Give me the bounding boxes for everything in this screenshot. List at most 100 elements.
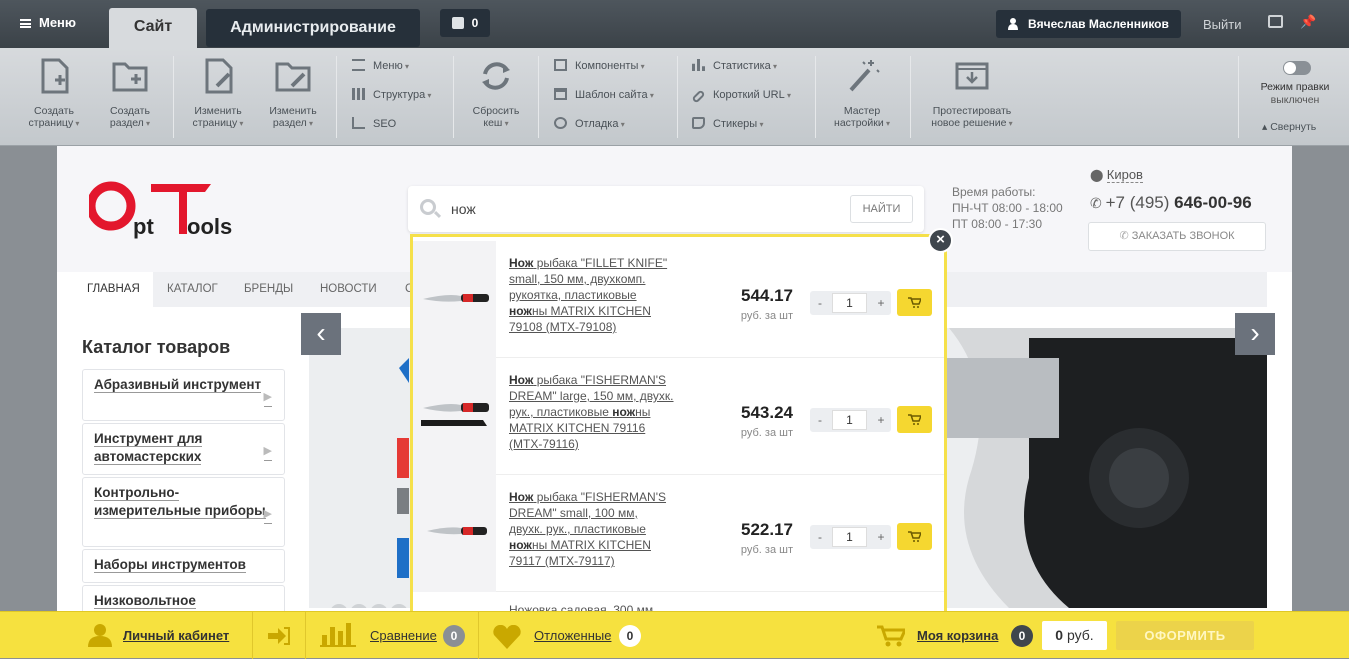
add-to-cart-button[interactable] [897, 289, 932, 316]
pin-icon[interactable]: 📌 [1300, 14, 1316, 30]
create-page-button[interactable]: Создать страницу [22, 56, 86, 130]
search-result-item[interactable]: Нож рыбака "FISHERMAN'S DREAM" large, 15… [413, 358, 944, 475]
decrease-qty-button[interactable]: - [810, 525, 830, 549]
product-name-link[interactable]: Нож рыбака "FILLET KNIFE" small, 150 мм,… [509, 255, 674, 335]
nav-item-news[interactable]: НОВОСТИ [320, 272, 377, 307]
menu-label: Меню [373, 60, 403, 72]
create-section-button[interactable]: Создать раздел [98, 56, 162, 130]
product-name-link[interactable]: Нож рыбака "FISHERMAN'S DREAM" small, 10… [509, 489, 674, 569]
wizard-label-1: Мастер [843, 105, 881, 117]
menu-item-short-url[interactable]: Короткий URL [691, 88, 791, 104]
checkout-button[interactable]: ОФОРМИТЬ [1116, 621, 1254, 650]
product-price: 543.24 [741, 403, 793, 422]
clear-cache-button[interactable]: Сбросить кеш [464, 56, 528, 130]
deferred-link[interactable]: Отложенные [534, 612, 611, 659]
catalog-item[interactable]: Инструмент для автомастерских ▶ [82, 423, 285, 475]
phone-number[interactable]: ✆ +7 (495) 646-00-96 [1090, 193, 1252, 213]
admin-toolbar: Создать страницу Создать раздел Изменить… [0, 48, 1349, 146]
menu-item-debug[interactable]: Отладка [554, 117, 625, 132]
search-input[interactable]: нож [451, 201, 476, 217]
match-highlight: нож [612, 405, 636, 419]
login-arrow-icon[interactable] [268, 627, 290, 645]
structure-label: Структура [373, 89, 426, 101]
decrease-qty-button[interactable]: - [810, 291, 830, 315]
callback-button[interactable]: ✆ ЗАКАЗАТЬ ЗВОНОК [1088, 222, 1266, 251]
user-icon [88, 624, 112, 647]
increase-qty-button[interactable]: + [871, 408, 891, 432]
search-button[interactable]: НАЙТИ [850, 195, 913, 223]
cart-link[interactable]: Моя корзина [917, 612, 998, 659]
nav-item-catalog[interactable]: КАТАЛОГ [167, 272, 218, 307]
menu-item-statistics[interactable]: Статистика [692, 59, 777, 74]
tab-administration[interactable]: Администрирование [206, 9, 420, 47]
search-result-item[interactable]: Нож рыбака "FILLET KNIFE" small, 150 мм,… [413, 241, 944, 358]
refresh-icon [482, 62, 510, 90]
toolbar-divider [677, 56, 678, 138]
product-name-text: рыбака "FILLET KNIFE" small, 150 мм, дву… [509, 256, 668, 302]
debug-label: Отладка [575, 118, 619, 130]
menu-item-seo[interactable]: SEO [352, 117, 396, 131]
match-highlight: Нож [509, 373, 534, 387]
template-icon [554, 88, 567, 100]
catalog-item[interactable]: Контрольно-измерительные приборы ▶ [82, 477, 285, 547]
catalog-title: Каталог товаров [82, 337, 231, 357]
product-image[interactable] [413, 358, 496, 475]
add-to-cart-button[interactable] [897, 523, 932, 550]
quantity-input[interactable]: 1 [832, 293, 867, 313]
menu-item-site-template[interactable]: Шаблон сайта [554, 88, 654, 103]
nav-item-brands[interactable]: БРЕНДЫ [244, 272, 293, 307]
magic-wand-icon [849, 60, 880, 92]
nav-item-home[interactable]: ГЛАВНАЯ [74, 272, 153, 307]
tab-site[interactable]: Сайт [109, 8, 197, 48]
cart-icon [877, 625, 905, 647]
test-solution-button[interactable]: Протестировать новое решение [922, 56, 1022, 130]
edit-mode-toggle[interactable] [1283, 61, 1311, 75]
city-selector[interactable]: ⬤ Киров [1090, 167, 1143, 183]
menu-item-components[interactable]: Компоненты [554, 59, 645, 74]
logout-link[interactable]: Выйти [1203, 17, 1242, 32]
menu-item-structure[interactable]: Структура [352, 88, 431, 103]
clear-cache-label-1: Сбросить [472, 105, 520, 117]
account-link[interactable]: Личный кабинет [123, 612, 229, 659]
increase-qty-button[interactable]: + [871, 291, 891, 315]
product-image[interactable] [413, 241, 496, 358]
quantity-input[interactable]: 1 [832, 527, 867, 547]
catalog-item[interactable]: Наборы инструментов [82, 549, 285, 583]
knife-image [421, 403, 489, 426]
decrease-qty-button[interactable]: - [810, 408, 830, 432]
keyboard-icon[interactable] [1268, 15, 1283, 28]
user-button[interactable]: Вячеслав Масленников [996, 10, 1181, 38]
product-name-link[interactable]: Нож рыбака "FISHERMAN'S DREAM" large, 15… [509, 372, 674, 452]
svg-text:pt: pt [133, 214, 154, 239]
compare-link[interactable]: Сравнение [370, 612, 437, 659]
slider-prev-button[interactable]: ‹ [301, 313, 341, 355]
catalog-item[interactable]: Абразивный инструмент ▶ [82, 369, 285, 421]
edit-section-button[interactable]: Изменить раздел [260, 56, 326, 130]
notifications-button[interactable]: 0 [440, 9, 490, 37]
add-to-cart-button[interactable] [897, 406, 932, 433]
search-result-item[interactable]: Нож рыбака "FISHERMAN'S DREAM" small, 10… [413, 475, 944, 592]
search-results-dropdown: Нож рыбака "FILLET KNIFE" small, 150 мм,… [410, 234, 947, 614]
phone-digits: 646-00-96 [1174, 193, 1252, 212]
menu-item-menu[interactable]: Меню [352, 59, 409, 74]
statistics-label: Статистика [713, 60, 771, 72]
edit-page-button[interactable]: Изменить страницу [184, 56, 252, 130]
menu-item-stickers[interactable]: Стикеры [692, 117, 763, 132]
slider-next-button[interactable]: › [1235, 313, 1275, 355]
collapse-toolbar-button[interactable]: ▴ Свернуть [1262, 121, 1316, 133]
close-icon[interactable]: × [928, 228, 953, 253]
price-unit: руб. за шт [740, 544, 793, 556]
city-name[interactable]: Киров [1106, 167, 1143, 183]
test-solution-label-1: Протестировать [932, 105, 1012, 117]
increase-qty-button[interactable]: + [871, 525, 891, 549]
seo-label: SEO [373, 118, 397, 130]
wizard-button[interactable]: Мастер настройки [826, 56, 898, 130]
opttools-logo[interactable]: pt ools [89, 178, 239, 240]
edit-mode-state: выключен [1270, 94, 1320, 106]
product-image[interactable] [413, 475, 496, 592]
admin-menu-button[interactable]: Меню [20, 15, 76, 30]
quantity-input[interactable]: 1 [832, 410, 867, 430]
hours-line-1: ПН-ЧТ 08:00 - 18:00 [952, 201, 1063, 215]
cart-sum-value: 0 [1055, 627, 1064, 643]
quantity-stepper: -1 + [810, 408, 891, 432]
